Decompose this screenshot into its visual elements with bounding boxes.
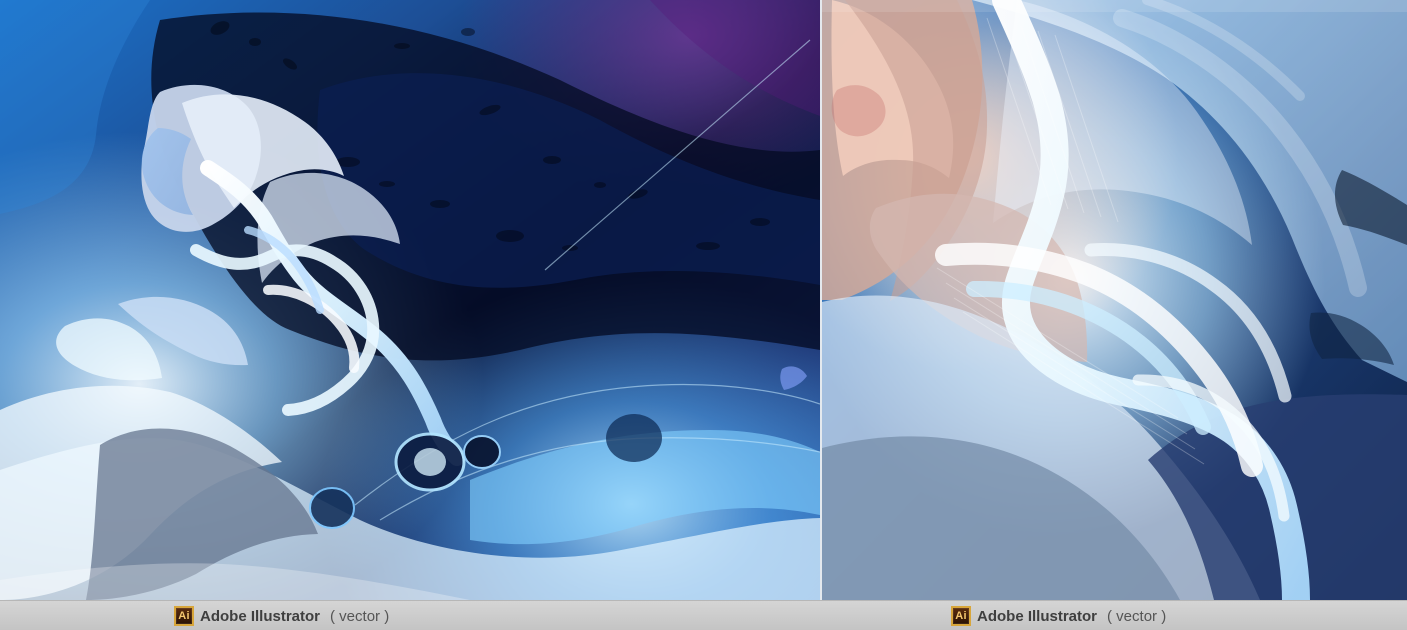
right-caption-subtitle: ( vector ) (1107, 607, 1167, 625)
left-caption: Ai Adobe Illustrator ( vector ) (174, 605, 389, 627)
right-caption-title: Adobe Illustrator (977, 607, 1098, 625)
left-caption-title: Adobe Illustrator (200, 607, 321, 625)
right-artwork-panel (822, 0, 1407, 600)
ai-icon: Ai (951, 606, 971, 626)
right-caption: Ai Adobe Illustrator ( vector ) (951, 605, 1166, 627)
left-artwork (0, 0, 820, 600)
ai-icon: Ai (174, 606, 194, 626)
illustration-comparison: Ai Adobe Illustrator ( vector ) Ai Adobe… (0, 0, 1407, 630)
right-artwork (822, 0, 1407, 600)
left-artwork-panel (0, 0, 820, 600)
left-caption-subtitle: ( vector ) (330, 607, 390, 625)
caption-bar: Ai Adobe Illustrator ( vector ) Ai Adobe… (0, 600, 1407, 630)
